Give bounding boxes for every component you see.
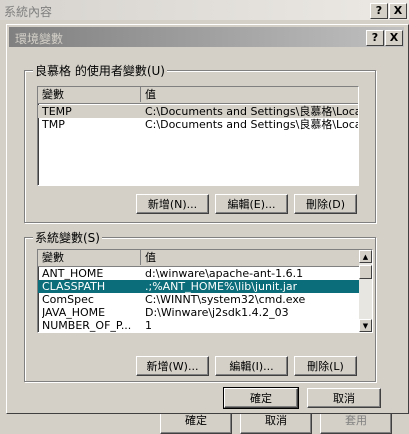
user-variables-label: 良慕格 的使用者變數(U) — [33, 62, 167, 79]
user-delete-button[interactable]: 刪除(D) — [294, 194, 357, 214]
system-var-name: ANT_HOME — [42, 267, 104, 280]
user-variables-list[interactable]: 變數 值 TEMP C:\Documents and Settings\良慕格\… — [37, 86, 359, 186]
user-row-temp[interactable]: TEMP C:\Documents and Settings\良慕格\Local… — [38, 105, 358, 118]
outer-help-button[interactable]: ? — [370, 3, 388, 19]
dialog-help-button[interactable]: ? — [366, 30, 384, 46]
user-col-variable[interactable]: 變數 — [38, 87, 141, 102]
system-delete-button[interactable]: 刪除(L) — [294, 356, 357, 376]
system-row-selected[interactable]: CLASSPATH .;%ANT_HOME%\lib\junit.jar — [38, 280, 359, 293]
user-edit-button[interactable]: 編輯(E)... — [215, 194, 288, 214]
system-row[interactable]: JAVA_HOME D:\Winware\j2sdk1.4.2_03 — [38, 306, 359, 319]
outer-close-button[interactable]: X — [389, 3, 407, 19]
system-variables-label: 系統變數(S) — [33, 229, 102, 246]
user-row-tmp[interactable]: TMP C:\Documents and Settings\良慕格\Local … — [38, 118, 358, 131]
system-var-name: NUMBER_OF_P... — [42, 319, 132, 332]
system-var-name: CLASSPATH — [42, 280, 106, 293]
dialog-ok-button[interactable]: 確定 — [223, 387, 299, 409]
scroll-up-arrow-icon[interactable]: ▲ — [359, 250, 372, 263]
system-var-name: JAVA_HOME — [42, 306, 106, 319]
dialog-cancel-button[interactable]: 取消 — [307, 388, 381, 408]
outer-title: 系統內容 — [4, 5, 53, 19]
system-row[interactable]: ComSpec C:\WINNT\system32\cmd.exe — [38, 293, 359, 306]
system-var-value: 1 — [145, 319, 152, 332]
system-row[interactable]: ANT_HOME d:\winware\apache-ant-1.6.1 — [38, 267, 359, 280]
dialog-title: 環境變數 — [15, 32, 64, 46]
scroll-thumb[interactable] — [359, 265, 372, 279]
system-edit-button[interactable]: 編輯(I)... — [215, 356, 288, 376]
dialog-close-button[interactable]: X — [385, 30, 403, 46]
user-var-name: TEMP — [42, 105, 72, 118]
system-var-value: .;%ANT_HOME%\lib\junit.jar — [145, 280, 298, 293]
system-col-value[interactable]: 值 — [141, 250, 359, 265]
system-var-value: d:\winware\apache-ant-1.6.1 — [145, 267, 304, 280]
user-var-value: C:\Documents and Settings\良慕格\Local ... — [145, 118, 359, 131]
system-list-header: 變數 值 — [38, 250, 372, 267]
user-new-button[interactable]: 新增(N)... — [136, 194, 209, 214]
system-variables-list[interactable]: 變數 值 ANT_HOME d:\winware\apache-ant-1.6.… — [37, 249, 373, 333]
system-list-scrollbar[interactable]: ▲ ▼ — [359, 250, 372, 332]
system-var-value: D:\Winware\j2sdk1.4.2_03 — [145, 306, 289, 319]
user-var-name: TMP — [42, 118, 65, 131]
system-var-value: C:\WINNT\system32\cmd.exe — [145, 293, 306, 306]
system-var-name: ComSpec — [42, 293, 94, 306]
dialog-title-bar: 環境變數 ? X — [9, 27, 404, 47]
user-var-value: C:\Documents and Settings\良慕格\Local ... — [145, 105, 359, 118]
user-col-value[interactable]: 值 — [141, 87, 358, 102]
outer-title-bar: 系統內容 ? X — [0, 0, 409, 20]
system-col-variable[interactable]: 變數 — [38, 250, 141, 265]
system-new-button[interactable]: 新增(W)... — [136, 356, 209, 376]
scroll-down-arrow-icon[interactable]: ▼ — [359, 319, 372, 332]
system-row[interactable]: NUMBER_OF_P... 1 — [38, 319, 359, 332]
user-list-header: 變數 值 — [38, 87, 358, 104]
